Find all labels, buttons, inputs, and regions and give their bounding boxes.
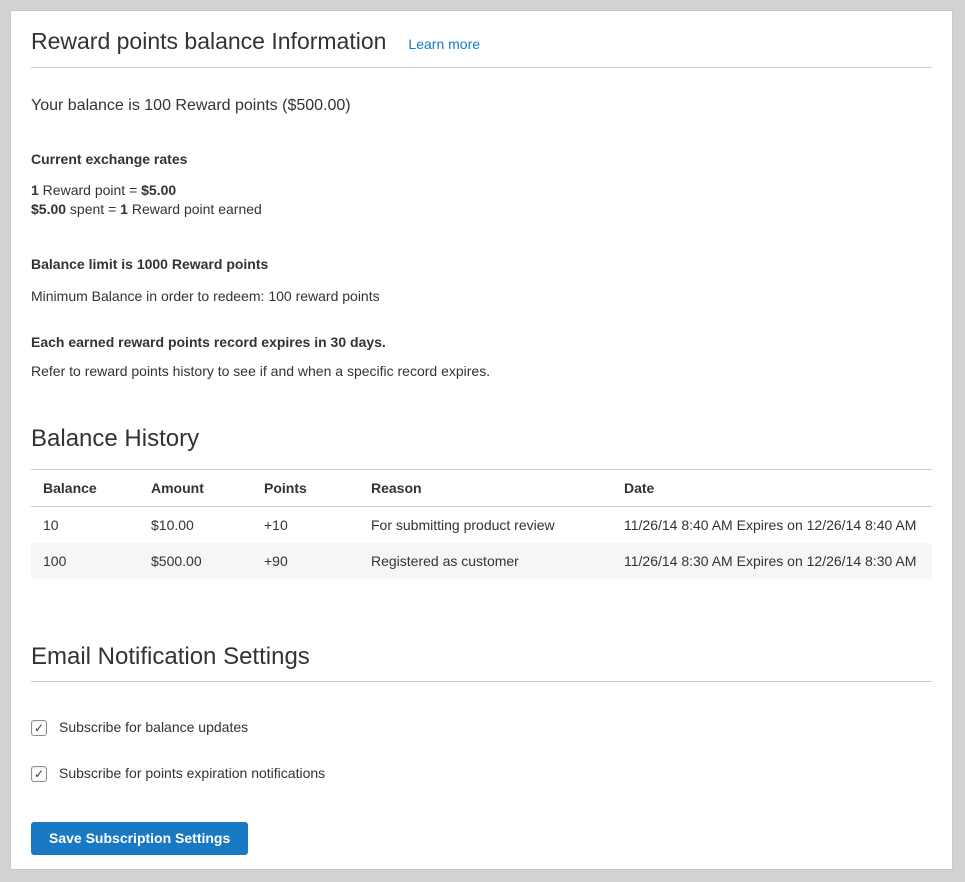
table-row: 10 $10.00 +10 For submitting product rev… (31, 507, 932, 544)
check-icon: ✓ (34, 768, 44, 780)
balance-history-table: Balance Amount Points Reason Date 10 $10… (31, 469, 932, 579)
cell-points: +10 (252, 507, 359, 544)
exchange-rate-line-2: $5.00 spent = 1 Reward point earned (31, 200, 932, 219)
rate2-text-b: Reward point earned (128, 201, 262, 217)
exchange-rates-heading: Current exchange rates (31, 150, 932, 169)
cell-date: 11/26/14 8:40 AM Expires on 12/26/14 8:4… (612, 507, 932, 544)
check-icon: ✓ (34, 722, 44, 734)
column-header-reason: Reason (359, 470, 612, 507)
learn-more-link[interactable]: Learn more (408, 36, 480, 52)
exchange-rate-line-1: 1 Reward point = $5.00 (31, 181, 932, 200)
balance-updates-option: ✓ Subscribe for balance updates (31, 718, 932, 737)
column-header-points: Points (252, 470, 359, 507)
rate1-points: 1 (31, 182, 39, 198)
rate1-text: Reward point = (39, 182, 141, 198)
cell-reason: Registered as customer (359, 543, 612, 579)
balance-updates-label[interactable]: Subscribe for balance updates (59, 718, 248, 737)
expiration-note-text: Refer to reward points history to see if… (31, 362, 932, 381)
column-header-amount: Amount (139, 470, 252, 507)
page-title-row: Reward points balance Information Learn … (31, 27, 932, 68)
minimum-balance-text: Minimum Balance in order to redeem: 100 … (31, 287, 932, 306)
points-expiration-label[interactable]: Subscribe for points expiration notifica… (59, 764, 325, 783)
expiration-rule-text: Each earned reward points record expires… (31, 333, 932, 352)
rate1-amount: $5.00 (141, 182, 176, 198)
email-notification-heading: Email Notification Settings (31, 643, 932, 682)
rate2-amount: $5.00 (31, 201, 66, 217)
table-header-row: Balance Amount Points Reason Date (31, 470, 932, 507)
balance-limit-text: Balance limit is 1000 Reward points (31, 255, 932, 274)
points-expiration-option: ✓ Subscribe for points expiration notifi… (31, 764, 932, 783)
page-title: Reward points balance Information (31, 27, 386, 55)
balance-updates-checkbox[interactable]: ✓ (31, 720, 47, 736)
rate2-text-a: spent = (66, 201, 120, 217)
cell-reason: For submitting product review (359, 507, 612, 544)
save-subscription-settings-button[interactable]: Save Subscription Settings (31, 822, 248, 855)
cell-balance: 10 (31, 507, 139, 544)
table-row: 100 $500.00 +90 Registered as customer 1… (31, 543, 932, 579)
cell-balance: 100 (31, 543, 139, 579)
reward-points-card: Reward points balance Information Learn … (10, 10, 953, 870)
balance-summary: Your balance is 100 Reward points ($500.… (31, 96, 932, 116)
rate2-points: 1 (120, 201, 128, 217)
balance-history-heading: Balance History (31, 425, 932, 453)
cell-points: +90 (252, 543, 359, 579)
column-header-date: Date (612, 470, 932, 507)
cell-date: 11/26/14 8:30 AM Expires on 12/26/14 8:3… (612, 543, 932, 579)
cell-amount: $500.00 (139, 543, 252, 579)
column-header-balance: Balance (31, 470, 139, 507)
points-expiration-checkbox[interactable]: ✓ (31, 766, 47, 782)
cell-amount: $10.00 (139, 507, 252, 544)
